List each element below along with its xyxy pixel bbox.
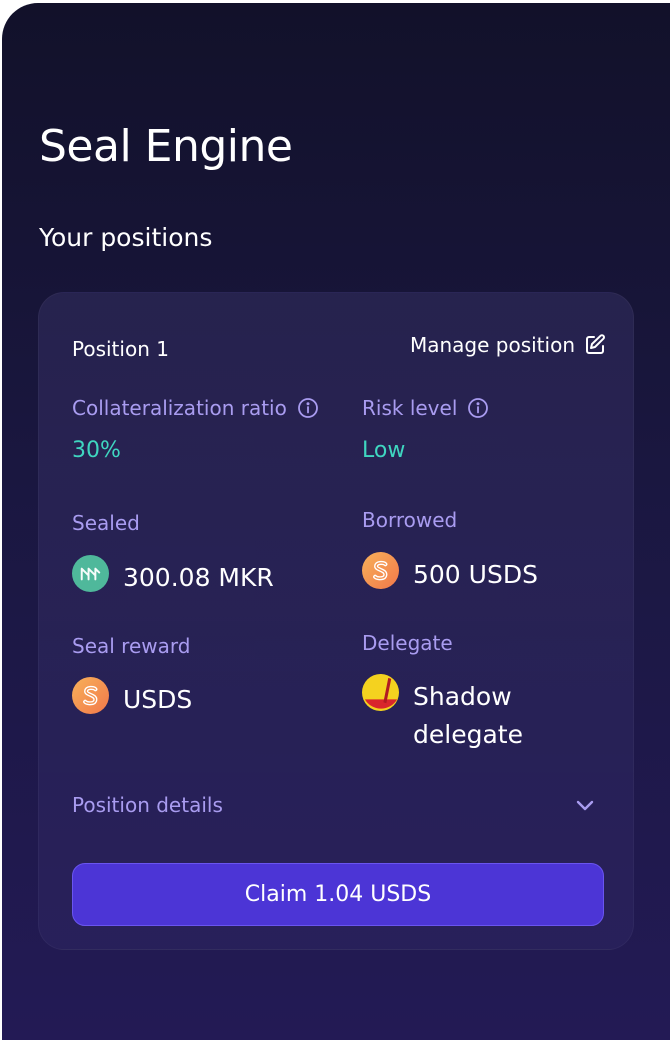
seal-reward-label: Seal reward [72,634,191,658]
delegate-value-line2: delegate [413,720,523,749]
sealed-value: 300.08 MKR [123,563,274,592]
position-details-toggle[interactable]: Position details [72,793,597,817]
position-name: Position 1 [72,337,169,361]
manage-position-button[interactable]: Manage position [410,333,607,357]
position-card: Position 1 Manage position Collateraliza… [38,292,634,950]
info-icon[interactable] [467,397,489,419]
delegate-value-line1: Shadow [413,682,512,711]
sealed-asset: 300.08 MKR [72,555,274,597]
risk-level-label: Risk level [362,396,458,420]
seal-reward-value: USDS [123,685,193,714]
borrowed-label: Borrowed [362,508,458,532]
sealed-label: Sealed [72,511,140,535]
collateralization-ratio-label: Collateralization ratio [72,396,287,420]
borrowed-asset: 500 USDS [362,552,538,594]
info-icon[interactable] [297,397,319,419]
delegate-label: Delegate [362,631,453,655]
collateralization-ratio-value: 30% [72,438,121,463]
risk-level-label-row: Risk level [362,396,489,420]
chevron-down-icon [576,800,594,811]
edit-icon [586,334,605,354]
seal-reward-asset: USDS [72,677,193,719]
position-details-label: Position details [72,793,223,817]
page-title: Seal Engine [39,121,293,172]
delegate-asset: Shadow delegate [362,674,523,754]
risk-level-value: Low [362,438,406,463]
collateralization-ratio-label-row: Collateralization ratio [72,396,319,420]
section-title: Your positions [39,223,213,252]
delegate-avatar-icon [362,674,399,711]
usds-token-icon [72,677,109,714]
usds-token-icon [362,552,399,589]
manage-position-label: Manage position [409,333,575,357]
claim-button[interactable]: Claim 1.04 USDS [72,863,604,926]
app-panel: Seal Engine Your positions Position 1 Ma… [2,3,670,1040]
borrowed-value: 500 USDS [413,560,538,589]
claim-button-label: Claim 1.04 USDS [244,882,432,907]
delegate-value: Shadow delegate [413,678,523,754]
mkr-token-icon [72,555,109,592]
